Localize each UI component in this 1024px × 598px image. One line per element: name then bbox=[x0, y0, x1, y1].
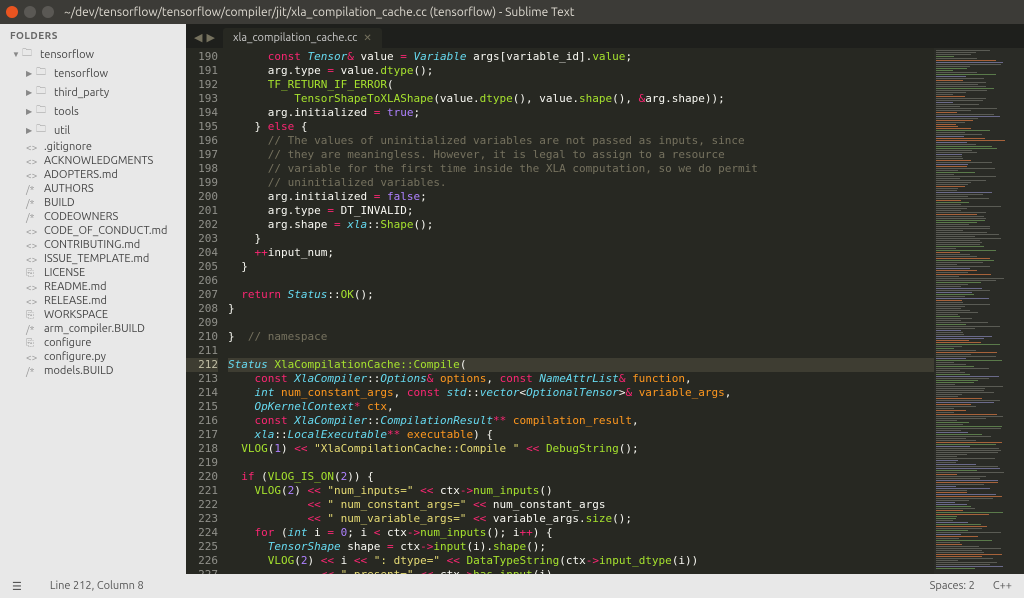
nav-back-icon[interactable]: ◀ bbox=[194, 31, 202, 44]
close-icon[interactable]: ✕ bbox=[363, 32, 371, 44]
sidebar-file[interactable]: /* BUILD bbox=[22, 196, 186, 210]
sidebar: FOLDERS 🗀 tensorflow 🗀 tensorflow 🗀 third_p… bbox=[0, 24, 186, 574]
file-label: CODE_OF_CONDUCT.md bbox=[44, 225, 167, 237]
sidebar-header: FOLDERS bbox=[0, 24, 186, 45]
file-icon: /* bbox=[26, 324, 40, 335]
folder-icon: 🗀 bbox=[36, 65, 50, 82]
tabbar: ◀ ▶ xla_compilation_cache.cc ✕ bbox=[186, 24, 1024, 48]
sidebar-file[interactable]: ⎘ LICENSE bbox=[22, 266, 186, 280]
sidebar-file[interactable]: ⎘ WORKSPACE bbox=[22, 308, 186, 322]
sidebar-file[interactable]: ⎘ configure bbox=[22, 336, 186, 350]
sidebar-file[interactable]: <> ISSUE_TEMPLATE.md bbox=[22, 252, 186, 266]
file-label: AUTHORS bbox=[44, 183, 94, 195]
file-icon: <> bbox=[26, 156, 40, 167]
editor-area: ◀ ▶ xla_compilation_cache.cc ✕ 190191192… bbox=[186, 24, 1024, 574]
file-label: ACKNOWLEDGMENTS bbox=[44, 155, 153, 167]
code-editor[interactable]: const Tensor& value = Variable args[vari… bbox=[228, 48, 934, 574]
file-label: BUILD bbox=[44, 197, 75, 209]
file-label: ISSUE_TEMPLATE.md bbox=[44, 253, 149, 265]
file-icon: <> bbox=[26, 254, 40, 265]
sidebar-file[interactable]: <> README.md bbox=[22, 280, 186, 294]
sidebar-file[interactable]: <> .gitignore bbox=[22, 140, 186, 154]
sidebar-folder[interactable]: 🗀 third_party bbox=[22, 83, 186, 102]
statusbar: ☰ Line 212, Column 8 Spaces: 2 C++ bbox=[0, 574, 1024, 598]
file-icon: ⎘ bbox=[26, 337, 40, 349]
sidebar-file[interactable]: /* models.BUILD bbox=[22, 364, 186, 378]
sidebar-file[interactable]: <> ACKNOWLEDGMENTS bbox=[22, 154, 186, 168]
folder-icon: 🗀 bbox=[36, 122, 50, 139]
status-spaces[interactable]: Spaces: 2 bbox=[930, 580, 975, 592]
chevron-right-icon bbox=[26, 126, 36, 135]
folder-label: tensorflow bbox=[40, 49, 94, 61]
chevron-right-icon bbox=[26, 69, 36, 78]
sidebar-file[interactable]: <> CODE_OF_CONDUCT.md bbox=[22, 224, 186, 238]
file-icon: <> bbox=[26, 352, 40, 363]
file-icon: ⎘ bbox=[26, 267, 40, 279]
folder-label: tools bbox=[54, 106, 79, 118]
close-button[interactable] bbox=[6, 6, 18, 18]
sidebar-root-folder[interactable]: 🗀 tensorflow bbox=[8, 45, 186, 64]
file-label: models.BUILD bbox=[44, 365, 113, 377]
minimize-button[interactable] bbox=[24, 6, 36, 18]
folder-icon: 🗀 bbox=[36, 103, 50, 120]
file-label: CONTRIBUTING.md bbox=[44, 239, 140, 251]
file-icon: /* bbox=[26, 184, 40, 195]
menu-icon[interactable]: ☰ bbox=[12, 580, 22, 593]
folder-icon: 🗀 bbox=[22, 46, 36, 63]
sidebar-file[interactable]: <> RELEASE.md bbox=[22, 294, 186, 308]
tab-active[interactable]: xla_compilation_cache.cc ✕ bbox=[223, 28, 382, 48]
file-icon: <> bbox=[26, 142, 40, 153]
file-label: .gitignore bbox=[44, 141, 92, 153]
sidebar-file[interactable]: <> CONTRIBUTING.md bbox=[22, 238, 186, 252]
file-icon: <> bbox=[26, 240, 40, 251]
file-icon: <> bbox=[26, 296, 40, 307]
line-gutter[interactable]: 1901911921931941951961971981992002012022… bbox=[186, 48, 228, 574]
file-icon: <> bbox=[26, 226, 40, 237]
chevron-right-icon bbox=[26, 107, 36, 116]
file-label: configure bbox=[44, 337, 92, 349]
file-icon: /* bbox=[26, 198, 40, 209]
file-label: RELEASE.md bbox=[44, 295, 107, 307]
status-syntax[interactable]: C++ bbox=[993, 580, 1012, 592]
sidebar-file[interactable]: <> configure.py bbox=[22, 350, 186, 364]
sidebar-file[interactable]: <> ADOPTERS.md bbox=[22, 168, 186, 182]
file-label: arm_compiler.BUILD bbox=[44, 323, 145, 335]
chevron-right-icon bbox=[26, 88, 36, 97]
folder-label: tensorflow bbox=[54, 68, 108, 80]
window-buttons bbox=[6, 6, 54, 18]
sidebar-file[interactable]: /* AUTHORS bbox=[22, 182, 186, 196]
folder-icon: 🗀 bbox=[36, 84, 50, 101]
file-label: WORKSPACE bbox=[44, 309, 108, 321]
file-icon: <> bbox=[26, 282, 40, 293]
nav-forward-icon[interactable]: ▶ bbox=[206, 31, 214, 44]
sidebar-file[interactable]: /* arm_compiler.BUILD bbox=[22, 322, 186, 336]
titlebar: ~/dev/tensorflow/tensorflow/compiler/jit… bbox=[0, 0, 1024, 24]
sidebar-folder[interactable]: 🗀 tools bbox=[22, 102, 186, 121]
file-label: LICENSE bbox=[44, 267, 85, 279]
file-icon: /* bbox=[26, 212, 40, 223]
sidebar-file[interactable]: /* CODEOWNERS bbox=[22, 210, 186, 224]
file-icon: ⎘ bbox=[26, 309, 40, 321]
sidebar-folder[interactable]: 🗀 util bbox=[22, 121, 186, 140]
sidebar-folder[interactable]: 🗀 tensorflow bbox=[22, 64, 186, 83]
folder-label: util bbox=[54, 125, 70, 137]
tab-label: xla_compilation_cache.cc bbox=[233, 32, 357, 44]
status-position: Line 212, Column 8 bbox=[50, 580, 144, 593]
file-label: README.md bbox=[44, 281, 107, 293]
maximize-button[interactable] bbox=[42, 6, 54, 18]
minimap[interactable] bbox=[934, 48, 1024, 574]
file-label: ADOPTERS.md bbox=[44, 169, 118, 181]
chevron-down-icon bbox=[12, 50, 22, 59]
folder-label: third_party bbox=[54, 87, 109, 99]
window-title: ~/dev/tensorflow/tensorflow/compiler/jit… bbox=[64, 6, 575, 19]
file-label: CODEOWNERS bbox=[44, 211, 118, 223]
file-icon: /* bbox=[26, 366, 40, 377]
file-icon: <> bbox=[26, 170, 40, 181]
file-label: configure.py bbox=[44, 351, 106, 363]
